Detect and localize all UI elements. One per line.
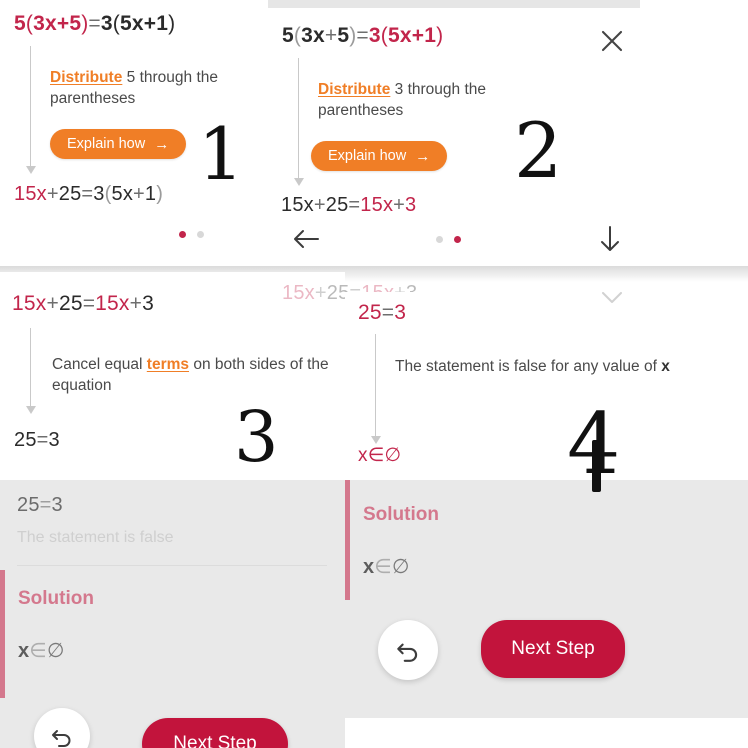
equation-step1-top: 5(3x+5)=3(5x+1)	[14, 12, 176, 35]
next-step-button-left[interactable]: Next Step	[142, 718, 288, 748]
arrow-right-icon: →	[154, 135, 170, 153]
chevron-down-icon[interactable]	[595, 292, 629, 311]
arrow-left-icon[interactable]	[286, 220, 326, 258]
screenshot-canvas: 5(3x+5)=3(5x+1) Distribute 5 through the…	[0, 0, 748, 748]
step1-connector-arrow	[26, 166, 36, 174]
step3-hint: Cancel equal terms on both sides of the …	[52, 355, 344, 396]
solution-sheet-left: 25=3 The statement is false Solution x∈∅…	[0, 480, 345, 748]
step1-connector	[30, 46, 31, 168]
explain-how-button-1[interactable]: Explain how →	[50, 129, 187, 159]
step2-connector	[298, 58, 299, 180]
step3-hint-link[interactable]: terms	[147, 356, 189, 373]
sheet-left-subtitle: The statement is false	[17, 529, 174, 546]
handwritten-marker-2: 2	[514, 106, 563, 195]
step-card-4: 25=3 The statement is false for any valu…	[345, 292, 748, 480]
equation-step2-top: 5(3x+5)=3(5x+1)	[282, 24, 444, 47]
step1-hint-link[interactable]: Distribute	[50, 69, 122, 86]
next-step-button-right[interactable]: Next Step	[481, 620, 625, 678]
app-chrome-bar	[268, 0, 640, 8]
pagination-dot-2[interactable]	[197, 231, 204, 238]
handwritten-marker-1: 1	[198, 112, 244, 196]
step2-pagination-dots[interactable]	[436, 236, 461, 243]
step2-connector-arrow	[294, 178, 304, 186]
equation-step4-bottom: x∈∅	[358, 445, 402, 466]
undo-button-left[interactable]	[34, 708, 90, 748]
equation-step2-bottom: 15x+25=15x+3	[281, 194, 417, 216]
undo-icon-right	[397, 643, 418, 662]
step3-connector	[30, 328, 31, 408]
step4-hint: The statement is false for any value of …	[395, 357, 725, 378]
step-card-2: 5(3x+5)=3(5x+1) Distribute 3 through the…	[268, 8, 640, 266]
undo-button-right[interactable]	[378, 620, 438, 680]
arrow-right-icon-2: →	[415, 147, 431, 165]
explain-how-label: Explain how	[67, 136, 146, 152]
equation-step3-bottom: 25=3	[14, 429, 60, 451]
step1-hint: Distribute 5 through the parentheses	[50, 68, 246, 109]
equation-step3-top: 15x+25=15x+3	[12, 292, 154, 315]
sheet-right-solution-label: Solution	[363, 504, 439, 525]
next-step-label-left: Next Step	[173, 733, 257, 748]
pagination-dot-2b[interactable]	[454, 236, 461, 243]
explain-how-button-2[interactable]: Explain how →	[311, 141, 448, 171]
close-icon[interactable]	[593, 22, 631, 60]
step2-hint: Distribute 3 through the parentheses	[318, 80, 518, 121]
pagination-dot-1[interactable]	[179, 231, 186, 238]
sheet-left-accent-bar	[0, 570, 5, 698]
step-card-1: 5(3x+5)=3(5x+1) Distribute 5 through the…	[0, 0, 268, 266]
equation-step4-top: 25=3	[358, 301, 407, 324]
bottom-right-surface	[428, 718, 748, 748]
sheet-left-divider	[17, 565, 327, 566]
sheet-left-equation: 25=3	[17, 494, 63, 516]
equation-step1-bottom: 15x+25=3(5x+1)	[14, 183, 164, 205]
sheet-left-solution-label: Solution	[18, 588, 94, 609]
step2-hint-link[interactable]: Distribute	[318, 81, 390, 98]
step3-connector-arrow	[26, 406, 36, 414]
sheet-left-solution-value: x∈∅	[18, 640, 65, 662]
next-step-label-right: Next Step	[511, 638, 595, 659]
explain-how-label-2: Explain how	[328, 148, 407, 164]
solution-sheet-right: Solution x∈∅ Next Step	[345, 480, 748, 718]
handwritten-marker-4: 4	[567, 395, 621, 480]
sheet-right-accent-bar	[345, 480, 350, 600]
step4-connector-arrow	[371, 436, 381, 444]
step4-hint-pre: The statement is false for any value of	[395, 358, 662, 375]
pagination-dot-1b[interactable]	[436, 236, 443, 243]
arrow-down-icon[interactable]	[590, 219, 630, 259]
step3-hint-pre: Cancel equal	[52, 356, 147, 373]
step4-connector	[375, 334, 376, 438]
step4-hint-variable: x	[661, 358, 670, 375]
step1-pagination-dots[interactable]	[179, 231, 204, 238]
sheet-right-solution-value: x∈∅	[363, 556, 410, 578]
undo-icon	[52, 730, 71, 747]
handwritten-marker-3: 3	[234, 396, 279, 478]
